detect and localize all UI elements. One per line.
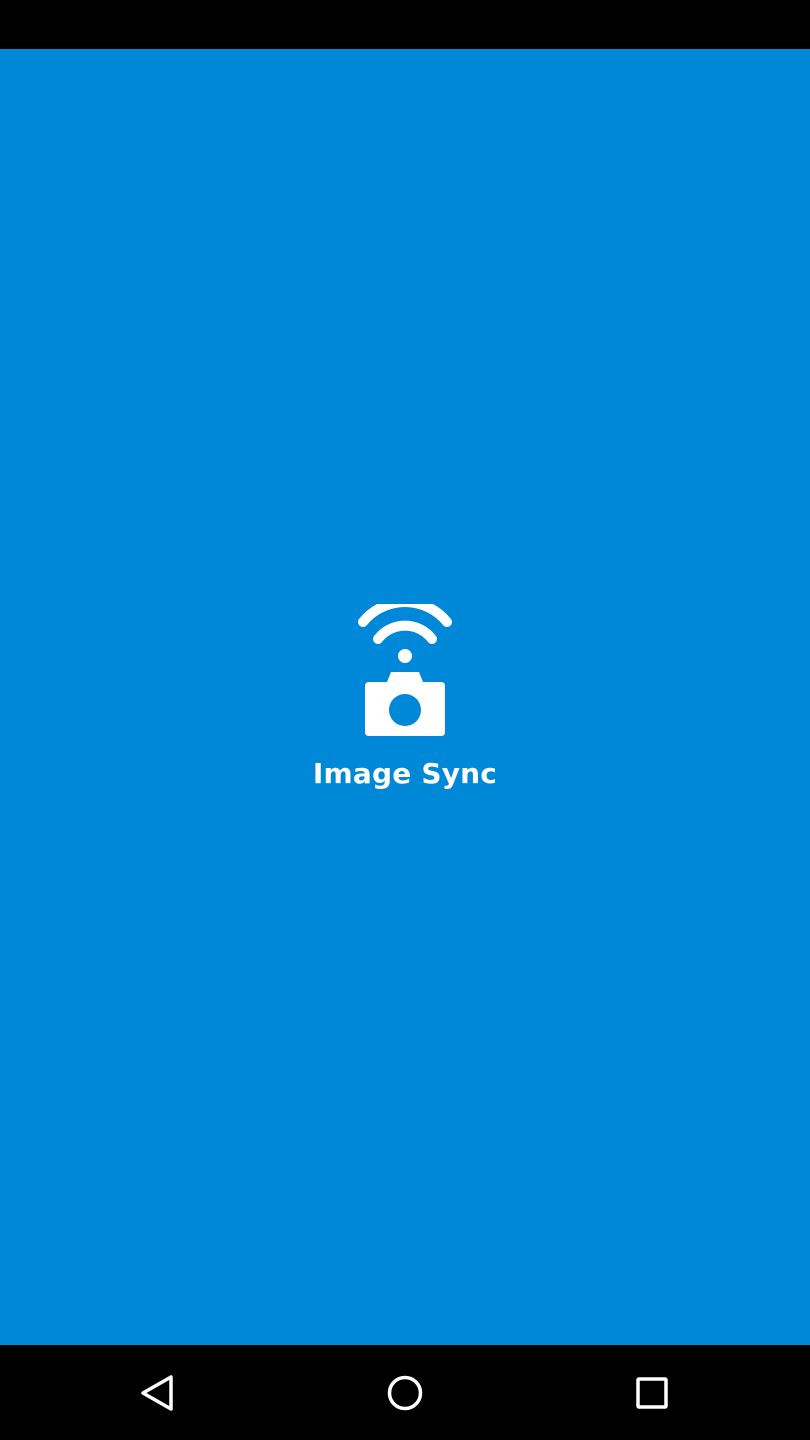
wifi-camera-icon <box>355 604 455 738</box>
recents-button[interactable] <box>597 1345 707 1440</box>
navigation-bar <box>0 1345 810 1440</box>
app-name: Image Sync <box>312 757 498 790</box>
home-circle-icon <box>387 1375 423 1410</box>
status-bar <box>0 0 810 49</box>
home-button[interactable] <box>350 1345 460 1440</box>
back-button[interactable] <box>102 1345 212 1440</box>
recents-square-icon <box>636 1376 668 1409</box>
back-triangle-icon <box>141 1374 173 1411</box>
